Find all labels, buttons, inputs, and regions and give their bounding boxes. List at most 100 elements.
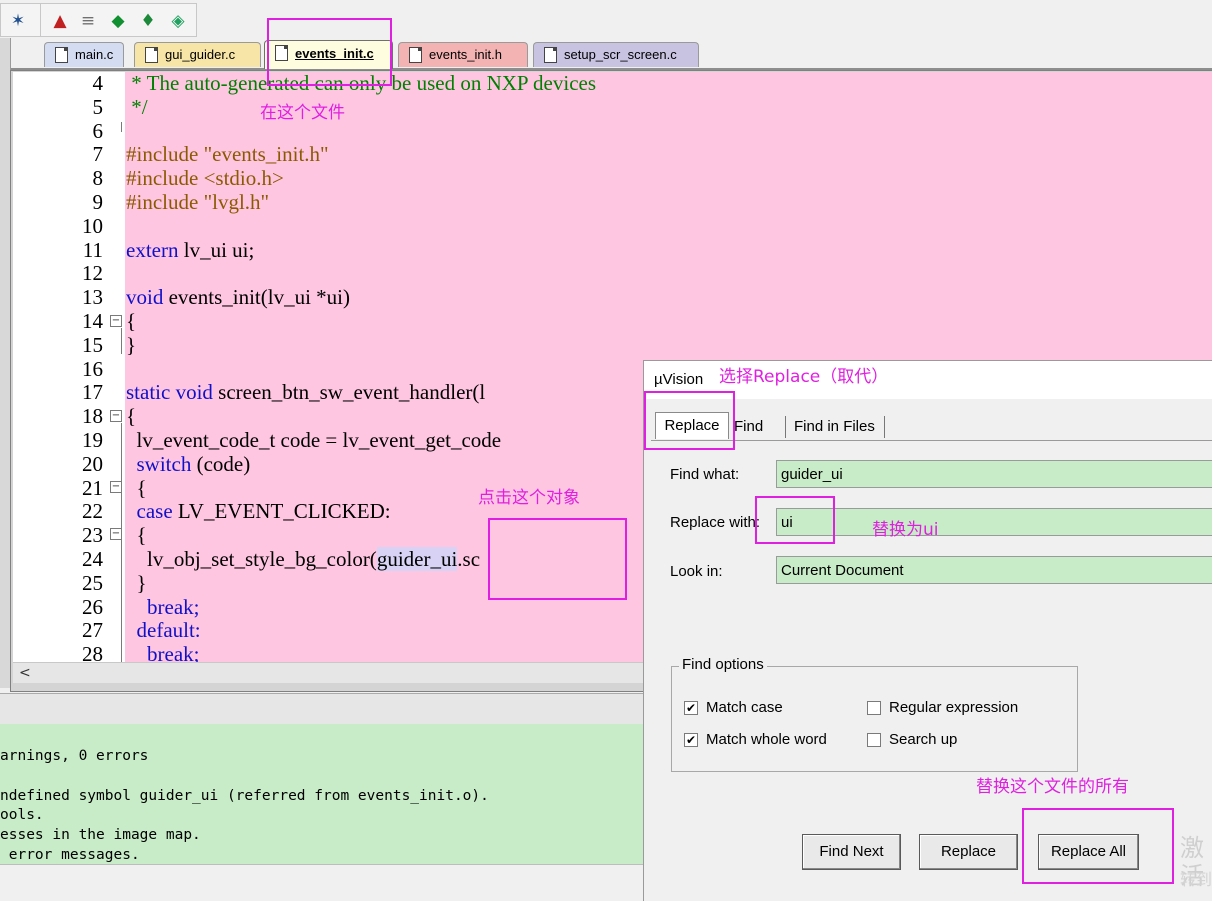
line-number: 7 xyxy=(92,142,104,167)
code-token: lv_event_code_t code = lv_event_get_code xyxy=(126,428,502,452)
tab-gui-guider-c[interactable]: gui_guider.c xyxy=(134,42,261,67)
code-line: lv_obj_set_style_bg_color(guider_ui.sc xyxy=(126,547,480,571)
document-icon xyxy=(55,47,68,63)
code-line: } xyxy=(126,333,136,357)
tab-label: events_init.h xyxy=(429,47,502,62)
find-options-group xyxy=(671,666,1078,772)
tab-events-init-h[interactable]: events_init.h xyxy=(398,42,528,67)
gem-icon[interactable]: ♦ xyxy=(137,10,159,32)
output-line: ools. xyxy=(0,807,44,823)
code-token: void xyxy=(126,285,169,310)
horizontal-scrollbar[interactable]: < xyxy=(13,662,643,683)
match-whole-word-checkbox[interactable]: ✔ xyxy=(684,733,698,747)
stack-icon[interactable]: ≡ xyxy=(77,10,99,32)
look-in-select[interactable]: Current Document xyxy=(776,556,1212,584)
tab-main-c[interactable]: main.c xyxy=(44,42,124,67)
fold-toggle-icon[interactable]: − xyxy=(110,315,122,327)
find-options-title: Find options xyxy=(679,656,767,673)
annotation-file-note: 在这个文件 xyxy=(260,103,345,123)
tab-label: main.c xyxy=(75,47,114,62)
line-number: 23 xyxy=(82,523,103,548)
code-line: { xyxy=(126,476,147,500)
line-number: 4 xyxy=(92,71,104,95)
diamond-icon[interactable]: ◆ xyxy=(107,10,129,32)
code-token: switch xyxy=(126,451,197,476)
look-in-label: Look in: xyxy=(670,563,723,580)
annotation-select-replace: 选择Replace（取代） xyxy=(719,367,889,387)
fold-toggle-icon[interactable]: − xyxy=(110,528,122,540)
status-bar xyxy=(0,864,644,901)
toolbar-group-left: ✶ xyxy=(0,3,42,37)
code-token: #include xyxy=(126,142,204,167)
code-token: { xyxy=(126,523,147,548)
dialog-title: µVision xyxy=(654,371,704,388)
code-line: #include "events_init.h" xyxy=(126,142,329,166)
fold-toggle-icon[interactable]: − xyxy=(110,410,122,422)
code-token: <stdio.h> xyxy=(203,166,284,191)
code-line: extern lv_ui ui; xyxy=(126,238,254,262)
code-line: #include "lvgl.h" xyxy=(126,190,269,214)
scroll-left-icon[interactable]: < xyxy=(19,663,31,683)
find-what-input[interactable]: guider_ui xyxy=(776,460,1212,488)
line-number: 24 xyxy=(82,547,103,571)
replace-with-input[interactable]: ui xyxy=(776,508,1212,536)
tab-setup-scr-screen-c[interactable]: setup_scr_screen.c xyxy=(533,42,699,67)
line-number: 16 xyxy=(82,356,103,381)
build-target-icon[interactable]: ▲ xyxy=(49,10,71,32)
code-line: { xyxy=(126,404,136,428)
match-case-checkbox[interactable]: ✔ xyxy=(684,701,698,715)
line-number: 13 xyxy=(82,285,103,310)
code-line: case LV_EVENT_CLICKED: xyxy=(126,499,391,523)
code-token: { xyxy=(126,475,147,500)
build-output: arnings, 0 errors ndefined symbol guider… xyxy=(0,724,644,864)
toolbar: ✶ ▲ ≡ ◆ ♦ ◈ xyxy=(0,0,1212,38)
line-number: 17 xyxy=(82,380,103,405)
line-number: 15 xyxy=(82,332,103,357)
line-number: 22 xyxy=(82,499,103,524)
tab-find[interactable]: Find xyxy=(734,414,782,440)
annotation-click-object: 点击这个对象 xyxy=(478,488,580,508)
code-line: default: xyxy=(126,618,201,642)
line-number: 25 xyxy=(82,570,103,595)
output-header xyxy=(0,693,644,725)
regular-expression-label: Regular expression xyxy=(889,699,1019,716)
code-line: #include <stdio.h> xyxy=(126,166,284,190)
code-token: (code) xyxy=(196,451,251,476)
line-number: 10 xyxy=(82,213,103,238)
code-token: "events_init.h" xyxy=(203,142,329,167)
line-number: 9 xyxy=(92,190,104,214)
line-number: 20 xyxy=(82,451,103,476)
annotation-replace-all-note: 替换这个文件的所有 xyxy=(976,777,1129,797)
tab-label: setup_scr_screen.c xyxy=(564,47,677,62)
match-case-label: Match case xyxy=(706,699,783,716)
tab-panel-border xyxy=(651,440,1212,441)
code-token: #include xyxy=(126,166,204,191)
code-token: lv_ui ui; xyxy=(183,237,255,262)
code-token: static void xyxy=(126,380,219,405)
regular-expression-checkbox[interactable] xyxy=(867,701,881,715)
output-line: esses in the image map. xyxy=(0,827,201,843)
find-next-button[interactable]: Find Next xyxy=(802,834,901,870)
fold-toggle-icon[interactable]: − xyxy=(110,481,122,493)
annotation-box-replace-tab xyxy=(644,391,735,450)
tab-find-in-files[interactable]: Find in Files xyxy=(794,414,886,440)
wizard-icon[interactable]: ✶ xyxy=(7,10,29,32)
line-number: 5 xyxy=(92,94,104,119)
line-number: 26 xyxy=(82,594,103,619)
fold-line xyxy=(121,423,122,663)
code-token[interactable]: guider_ui xyxy=(376,547,458,571)
search-up-checkbox[interactable] xyxy=(867,733,881,747)
line-number: 14 xyxy=(82,309,103,333)
code-token: { xyxy=(126,309,137,333)
output-line: arnings, 0 errors xyxy=(0,748,149,764)
tab-label: gui_guider.c xyxy=(165,47,236,62)
code-token: } xyxy=(126,570,147,595)
line-number: 8 xyxy=(92,166,104,191)
line-number: 6 xyxy=(92,118,104,143)
document-icon xyxy=(409,47,422,63)
code-token: default: xyxy=(126,618,201,643)
code-line: static void screen_btn_sw_event_handler(… xyxy=(126,380,485,404)
replace-button[interactable]: Replace xyxy=(919,834,1018,870)
packs-icon[interactable]: ◈ xyxy=(167,10,189,32)
code-token: { xyxy=(126,404,137,429)
